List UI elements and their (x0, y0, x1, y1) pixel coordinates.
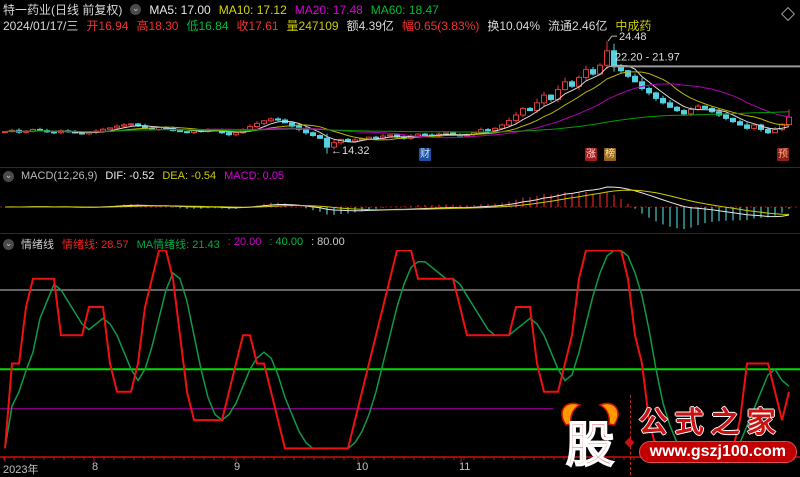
logo-site-url[interactable]: www.gszj100.com (639, 441, 797, 463)
ma-values-row: MA5: 17.00 MA10: 17.12 MA20: 17.48 MA60: 18… (149, 3, 447, 17)
macd-value: DIF: -0.52 (105, 170, 154, 182)
macd-header: ⌄ MACD(12,26,9) DIF: -0.52 DEA: -0.54 MACD:… (3, 170, 292, 182)
event-tag-预[interactable]: 预 (777, 148, 789, 161)
macd-chart[interactable] (0, 183, 800, 231)
gszj-logo: 股 公式之家 www.gszj100.com (554, 395, 797, 475)
event-tags-row: 财 涨榜 预 (0, 148, 800, 162)
ma-value: MA5: 17.00 (149, 3, 210, 17)
event-tag-财[interactable]: 财 (419, 148, 431, 161)
dif-line (5, 187, 789, 217)
peak-annotation: 24.48 (619, 32, 647, 43)
collapse-main-icon[interactable]: ⌄ (130, 4, 141, 15)
macd-value: MACD(12,26,9) (21, 170, 97, 182)
macd-value: DEA: -0.54 (162, 170, 216, 182)
macd-values-row: MACD(12,26,9) DIF: -0.52 DEA: -0.54 MACD: 0… (21, 170, 292, 182)
panel-separator-2 (0, 233, 800, 234)
event-tag-榜[interactable]: 榜 (604, 148, 616, 161)
axis-label-8: 8 (92, 461, 98, 473)
logo-diamond-icon (624, 438, 634, 448)
axis-label-10: 10 (356, 461, 368, 473)
gu-character: 股 (566, 419, 614, 472)
axis-label-9: 9 (234, 461, 240, 473)
ma-value: MA20: 17.48 (295, 3, 363, 17)
logo-divider (630, 395, 631, 475)
stock-title: 特一药业(日线 前复权) (3, 1, 122, 18)
gap-annotation: 22.20 - 21.97 (615, 51, 680, 63)
event-tag-涨[interactable]: 涨 (585, 148, 597, 161)
collapse-macd-icon[interactable]: ⌄ (3, 171, 14, 182)
axis-label-2023年: 2023年 (3, 461, 38, 477)
panel-separator (0, 167, 800, 168)
header-line1: 特一药业(日线 前复权) ⌄ MA5: 17.00 MA10: 17.12 MA20… (3, 1, 447, 18)
main-candle-chart[interactable]: 24.4822.20 - 21.97←14.32 (0, 32, 800, 158)
axis-label-11: 11 (459, 461, 470, 473)
macd-value: MACD: 0.05 (224, 170, 284, 182)
gu-bull-logo-icon: 股 (554, 395, 626, 475)
corner-diamond-icon (781, 7, 795, 21)
collapse-emotion-icon[interactable]: ⌄ (3, 239, 14, 250)
ma60-line (5, 112, 789, 132)
macd-histogram (5, 191, 789, 229)
ma-value: MA10: 17.12 (219, 3, 287, 17)
logo-site-name: 公式之家 (639, 408, 797, 438)
ma20-line (5, 84, 789, 138)
ma-value: MA60: 18.47 (371, 3, 439, 17)
stock-app-window: 特一药业(日线 前复权) ⌄ MA5: 17.00 MA10: 17.12 MA20… (0, 0, 800, 477)
